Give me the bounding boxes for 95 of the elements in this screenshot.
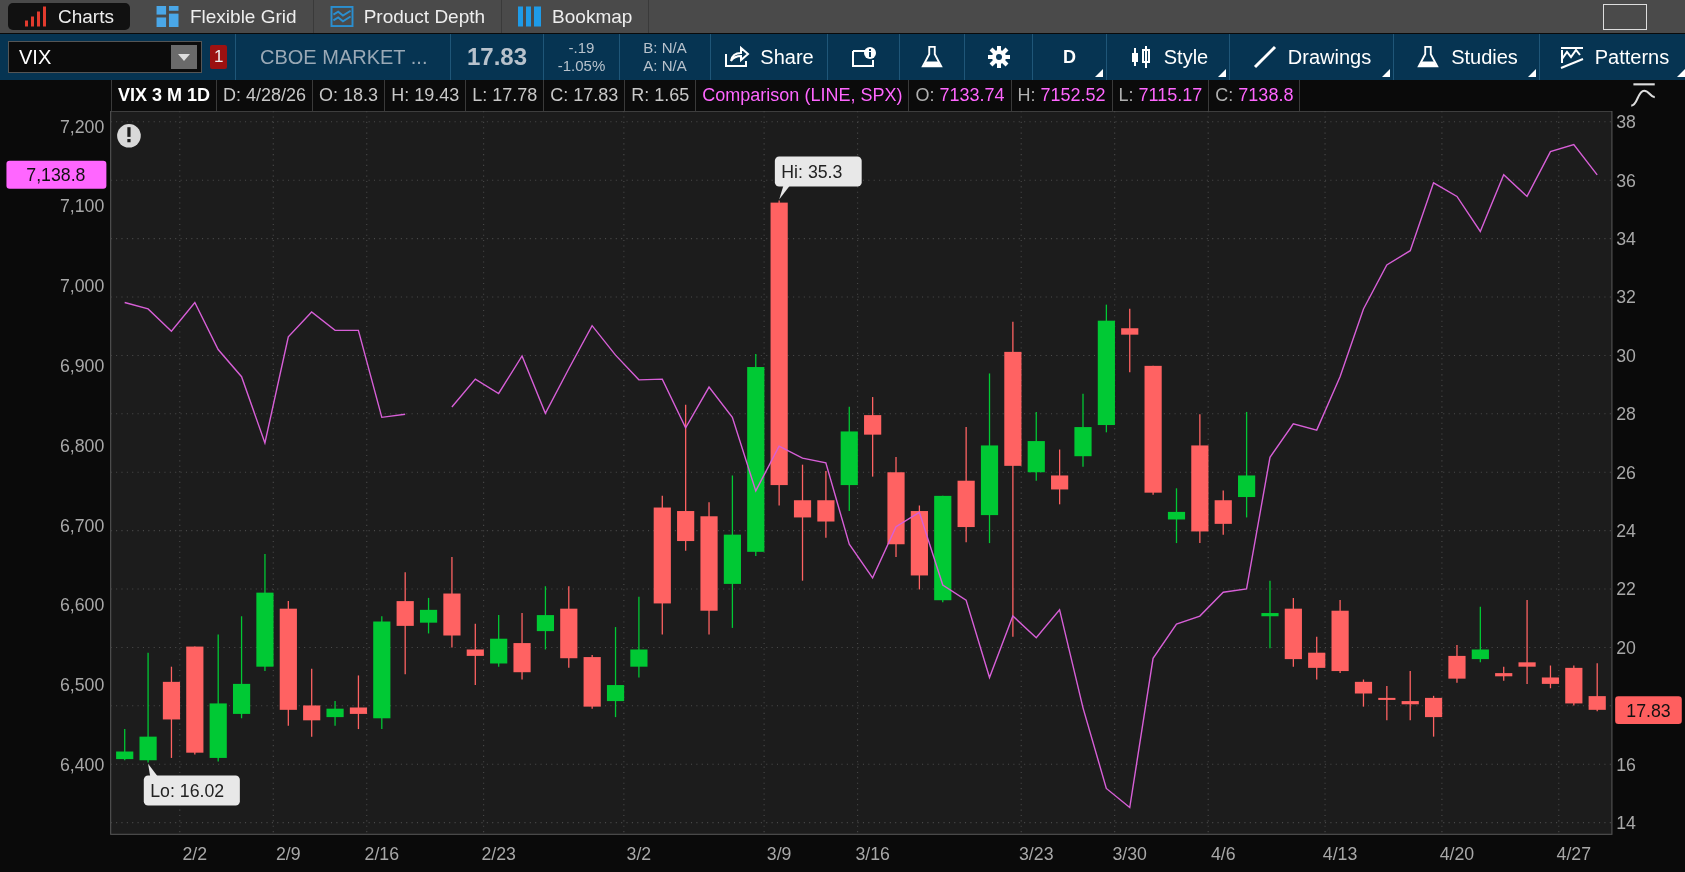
caret-icon	[1095, 69, 1103, 77]
axis-label: 34	[1616, 229, 1636, 250]
info-card-icon	[850, 45, 877, 69]
window-button[interactable]	[1603, 3, 1647, 30]
candlestick	[419, 597, 438, 635]
chart-title: VIX 3 M 1D	[111, 80, 218, 111]
axis-label: 3/2	[626, 844, 652, 865]
candlestick	[1495, 666, 1513, 682]
bar-chart-icon	[24, 6, 48, 27]
axis-label: 3/30	[1112, 844, 1147, 865]
candlestick	[326, 700, 344, 727]
price-callout: Lo: 16.02	[143, 763, 240, 806]
net-change: -.19	[568, 39, 595, 57]
candlestick	[1401, 670, 1419, 721]
axis-label: 28	[1616, 404, 1636, 425]
candlestick	[466, 623, 484, 686]
candlestick	[1354, 678, 1373, 708]
axis-label: 7,200	[59, 116, 105, 137]
percent-change: -1.05%	[557, 57, 606, 75]
candlestick	[513, 612, 531, 681]
candlestick	[1425, 695, 1443, 738]
candlestick	[349, 674, 368, 730]
axis-label: 7,000	[59, 276, 105, 297]
symbol-field[interactable]: VIX	[8, 41, 202, 73]
caret-icon	[1528, 69, 1536, 77]
axis-label: 3/16	[855, 844, 890, 865]
axis-label: 26	[1616, 462, 1636, 483]
settings-icon	[985, 45, 1012, 69]
axis-label: 2/9	[276, 844, 301, 865]
axis-label: 14	[1616, 813, 1636, 834]
axis-label: 24	[1616, 521, 1636, 542]
candlestick	[1261, 580, 1279, 649]
symbol-description: CBOE MARKET ...	[260, 45, 428, 69]
axis-label: 2/2	[182, 844, 208, 865]
axis-label: 20	[1616, 637, 1636, 658]
caret-icon	[1382, 69, 1390, 77]
axis-label: 4/6	[1210, 844, 1236, 865]
alert-badge[interactable]: 1	[210, 45, 228, 69]
candlestick	[1471, 606, 1489, 663]
dropdown-icon	[171, 45, 197, 69]
candlestick	[1051, 448, 1069, 505]
candlestick	[1167, 487, 1186, 544]
axis-label: 6,700	[59, 515, 105, 536]
flask-icon	[919, 45, 945, 69]
caret-icon	[1218, 69, 1226, 77]
axis-label: 4/20	[1439, 844, 1475, 865]
candlestick	[1284, 597, 1302, 668]
price-tag: 7,138.8	[6, 160, 107, 189]
tab[interactable]: Charts	[8, 3, 130, 30]
warning-icon[interactable]	[117, 124, 141, 148]
axis-label: 3/9	[766, 844, 792, 865]
price-callout: Hi: 35.3	[774, 156, 862, 200]
ask-price: A: N/A	[643, 57, 687, 75]
axis-label: 2/16	[364, 844, 400, 865]
candlestick	[490, 614, 508, 668]
axis-label: 4/27	[1556, 844, 1592, 865]
candlestick	[1214, 489, 1232, 536]
axis-label: 38	[1616, 112, 1636, 133]
price-tag: 17.83	[1615, 696, 1682, 725]
bid-price: B: N/A	[643, 39, 687, 57]
candlestick	[1588, 662, 1606, 712]
candlestick	[1027, 411, 1045, 482]
axis-label: 16	[1616, 754, 1636, 775]
candlestick	[1121, 308, 1139, 373]
candlestick	[536, 585, 554, 651]
axis-label: 36	[1616, 170, 1636, 191]
axis-label: 6,500	[59, 675, 105, 696]
candlestick	[1378, 685, 1396, 721]
columns-icon	[518, 6, 543, 27]
axis-label: 3/23	[1019, 844, 1054, 865]
line-icon	[1251, 45, 1278, 69]
axis-label: 6,800	[59, 435, 105, 456]
candlestick	[1541, 664, 1560, 689]
candlestick	[1448, 644, 1466, 684]
share-icon	[724, 45, 751, 69]
axis-label: 30	[1616, 345, 1636, 366]
wave-chart-icon	[329, 6, 354, 27]
axis-label: 4/13	[1322, 844, 1358, 865]
axis-label: 6,900	[59, 356, 105, 376]
patterns-button[interactable]: Patterns	[1540, 34, 1685, 80]
grid-icon	[155, 6, 180, 27]
axis-label: 6,600	[59, 595, 105, 616]
axis-label: 7,100	[59, 196, 105, 217]
pattern-chart-icon	[1558, 45, 1585, 69]
candlestick	[1308, 636, 1326, 681]
candlestick	[1565, 664, 1583, 707]
caret-icon	[1677, 69, 1685, 77]
candlestick	[817, 470, 835, 539]
axis-label: 22	[1616, 579, 1636, 600]
candlestick	[303, 668, 321, 738]
axis-label: 6,400	[59, 754, 105, 775]
candlestick	[116, 728, 134, 761]
axis-label: 2/23	[481, 844, 516, 865]
axis-label: 32	[1616, 287, 1636, 308]
last-price: 17.83	[466, 43, 528, 71]
